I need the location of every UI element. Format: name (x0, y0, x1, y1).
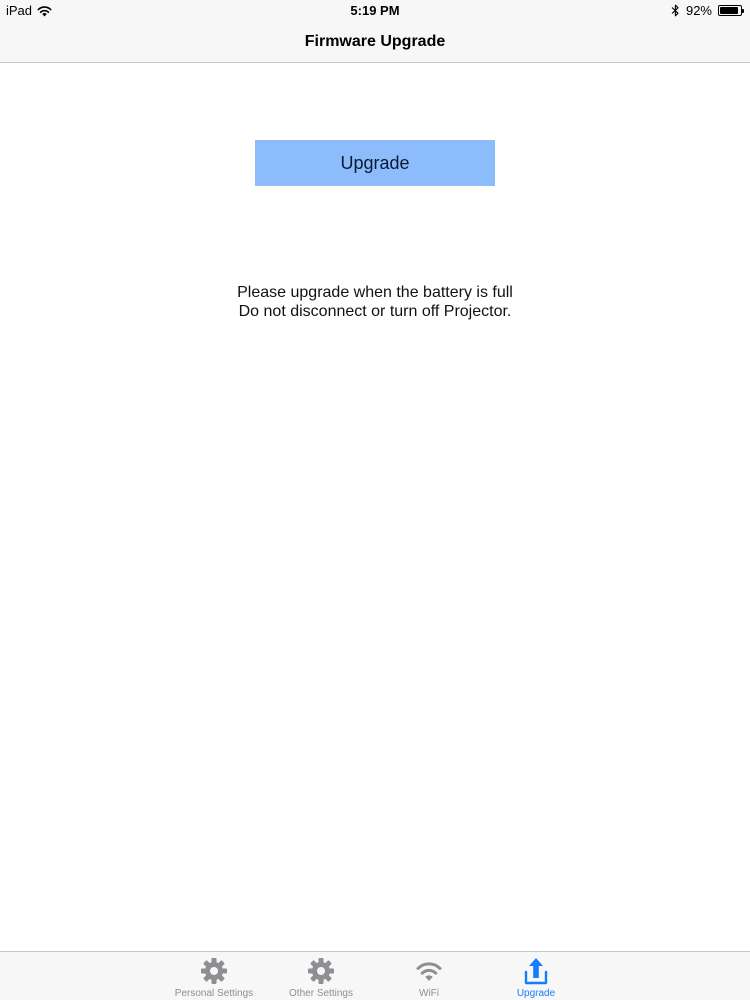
tab-label: Upgrade (516, 988, 556, 999)
navigation-bar: Firmware Upgrade (0, 22, 750, 63)
battery-percent: 92% (685, 3, 712, 18)
status-right: 92% (671, 3, 744, 18)
tab-personal-settings[interactable]: Personal Settings (164, 952, 264, 1000)
tab-other-settings[interactable]: Other Settings (271, 952, 371, 1000)
status-bar: iPad 5:19 PM 92% (0, 0, 750, 22)
wifi-icon (414, 956, 444, 986)
notice-line-disconnect: Do not disconnect or turn off Projector. (238, 303, 512, 320)
tab-label: Personal Settings (174, 988, 254, 999)
battery-icon (718, 5, 744, 16)
battery-level-fill (720, 7, 739, 14)
tab-bar: Personal Settings Other Settings WiFi Up… (0, 951, 750, 1000)
notice-line-battery: Please upgrade when the battery is full (237, 284, 513, 301)
gear-icon (306, 956, 336, 986)
bluetooth-icon (671, 4, 679, 17)
upload-icon (521, 956, 551, 986)
gear-icon (199, 956, 229, 986)
upgrade-notice: Please upgrade when the battery is full … (0, 283, 750, 321)
tab-upgrade[interactable]: Upgrade (486, 952, 586, 1000)
status-time: 5:19 PM (350, 3, 400, 18)
tab-wifi[interactable]: WiFi (379, 952, 479, 1000)
page-title: Firmware Upgrade (304, 33, 446, 50)
tab-label: Other Settings (289, 988, 353, 999)
tab-label: WiFi (419, 988, 439, 999)
screen: iPad 5:19 PM 92% Firmware Upgrade Upgrad… (0, 0, 750, 1000)
upgrade-button[interactable]: Upgrade (255, 140, 495, 186)
